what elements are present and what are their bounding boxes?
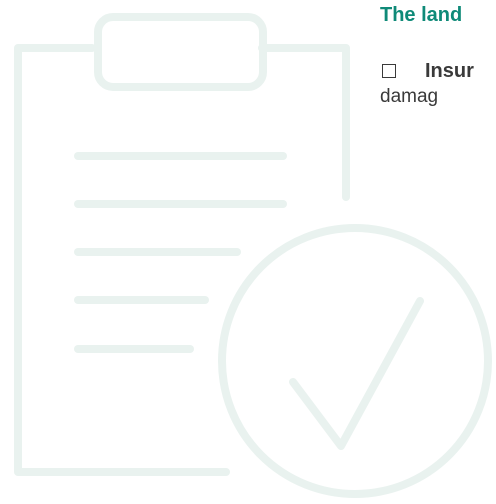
checklist-item-title: Insur bbox=[425, 60, 474, 82]
checklist-item-text: damag bbox=[380, 86, 439, 107]
clipboard-clip bbox=[94, 13, 267, 91]
clipboard-check-icon bbox=[14, 13, 492, 498]
page: The land Insur damag bbox=[0, 0, 496, 504]
section-heading: The land bbox=[380, 4, 463, 26]
check-circle bbox=[218, 224, 492, 498]
check-mark bbox=[289, 297, 424, 450]
clipboard-board bbox=[14, 44, 230, 476]
clipboard-board-right bbox=[258, 44, 350, 201]
checkbox[interactable] bbox=[382, 64, 396, 78]
